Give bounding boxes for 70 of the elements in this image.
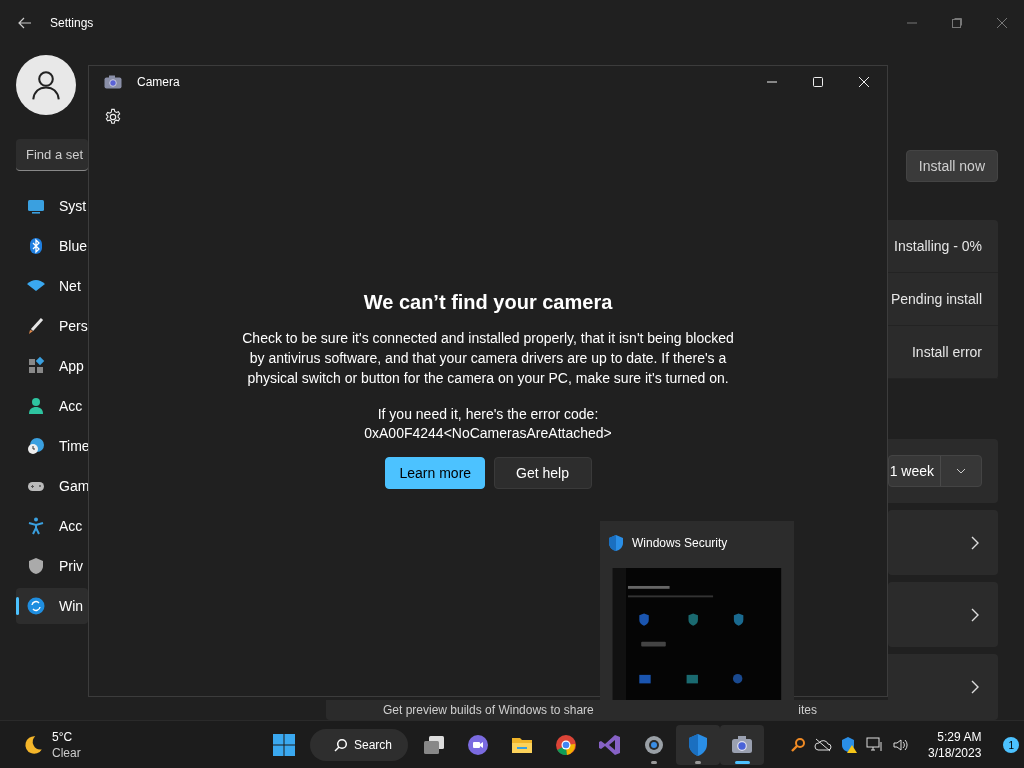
network-icon[interactable] — [866, 737, 884, 753]
sidebar-item[interactable]: Blue — [16, 228, 88, 264]
search-button[interactable]: Search — [310, 729, 408, 761]
learn-more-button[interactable]: Learn more — [384, 457, 485, 489]
running-indicator — [735, 761, 750, 764]
security-app-icon — [686, 733, 710, 757]
sidebar-item[interactable]: Priv — [16, 548, 88, 584]
preview-title: Windows Security — [632, 536, 728, 551]
running-indicator — [651, 761, 657, 764]
avatar[interactable] — [16, 55, 76, 115]
shield-icon — [608, 534, 624, 553]
sidebar-item[interactable]: Pers — [16, 308, 88, 344]
error-heading: We can’t find your camera — [363, 291, 613, 314]
sidebar-item[interactable]: Net — [16, 268, 88, 304]
sidebar-icon — [26, 596, 46, 616]
sidebar-icon — [26, 396, 46, 416]
error-message: Check to be sure it's connected and installed properly, that it isn't being blocked by antivirus software, and that your camera drivers are up to date. If there's a physical switch or button for the camera on your PC, make sure it's turned on. — [241, 329, 735, 388]
error-code: 0xA00F4244<NoCamerasAreAttached> — [364, 424, 612, 443]
maximize-icon[interactable] — [812, 76, 824, 88]
install-now-button[interactable]: Install now — [905, 150, 998, 182]
start-icon[interactable] — [272, 733, 296, 757]
weather-condition: Clear — [52, 745, 81, 761]
get-help-button[interactable]: Get help — [493, 457, 592, 489]
pause-dropdown[interactable]: 1 week — [888, 455, 982, 487]
sidebar-item[interactable]: Time — [16, 428, 88, 464]
window-title: Settings — [50, 16, 94, 30]
moon-icon — [22, 734, 44, 756]
running-indicator — [695, 761, 701, 764]
chevron-down-icon — [956, 468, 966, 474]
chevron-right-icon — [971, 535, 979, 550]
chevron-right-icon — [971, 680, 979, 694]
cloud-off-icon[interactable] — [814, 738, 832, 752]
chevron-right-icon — [971, 607, 979, 622]
sidebar-item[interactable]: Acc — [16, 508, 88, 544]
selection-indicator — [16, 597, 19, 615]
sidebar-item[interactable]: Acc — [16, 388, 88, 424]
sidebar-icon — [26, 516, 46, 536]
notification-badge[interactable]: 1 — [1003, 737, 1020, 753]
clock[interactable]: 5:29 AM 3/18/2023 — [928, 729, 982, 761]
sidebar-icon — [26, 316, 46, 336]
sidebar-item[interactable]: Gam — [16, 468, 88, 504]
shield-warning-icon[interactable] — [840, 736, 858, 754]
update-status: Pending install — [890, 291, 982, 307]
sidebar-item[interactable]: App — [16, 348, 88, 384]
error-code-label: If you need it, here's the error code: — [377, 405, 599, 424]
sidebar-icon — [26, 556, 46, 576]
chat-app-icon — [466, 733, 490, 757]
update-status: Installing - 0% — [894, 238, 982, 254]
studio-app-icon — [598, 733, 622, 757]
sidebar-icon — [26, 356, 46, 376]
task-view-app-icon — [422, 733, 446, 757]
window-title: Camera — [137, 75, 180, 89]
card-description-end: ites — [798, 703, 817, 717]
temperature: 5°C — [52, 729, 74, 745]
sidebar-item[interactable]: Syst — [16, 188, 88, 224]
settings-icon[interactable] — [104, 108, 122, 126]
sidebar-item[interactable]: Win — [16, 588, 88, 624]
camera-icon — [104, 75, 122, 89]
browser-app-icon — [554, 733, 578, 757]
back-arrow-icon[interactable] — [17, 15, 33, 31]
sidebar-icon — [26, 436, 46, 456]
search-field[interactable]: Find a set — [16, 139, 88, 171]
taskbar-app[interactable] — [720, 725, 764, 765]
volume-icon[interactable] — [892, 737, 910, 753]
update-status: Install error — [911, 344, 982, 360]
settings-app-icon — [642, 733, 666, 757]
card-description: Get preview builds of Windows to share — [383, 703, 594, 717]
weather-widget[interactable]: 5°C Clear — [22, 729, 272, 761]
search-icon — [334, 738, 348, 752]
magnifier-icon[interactable] — [790, 737, 806, 753]
